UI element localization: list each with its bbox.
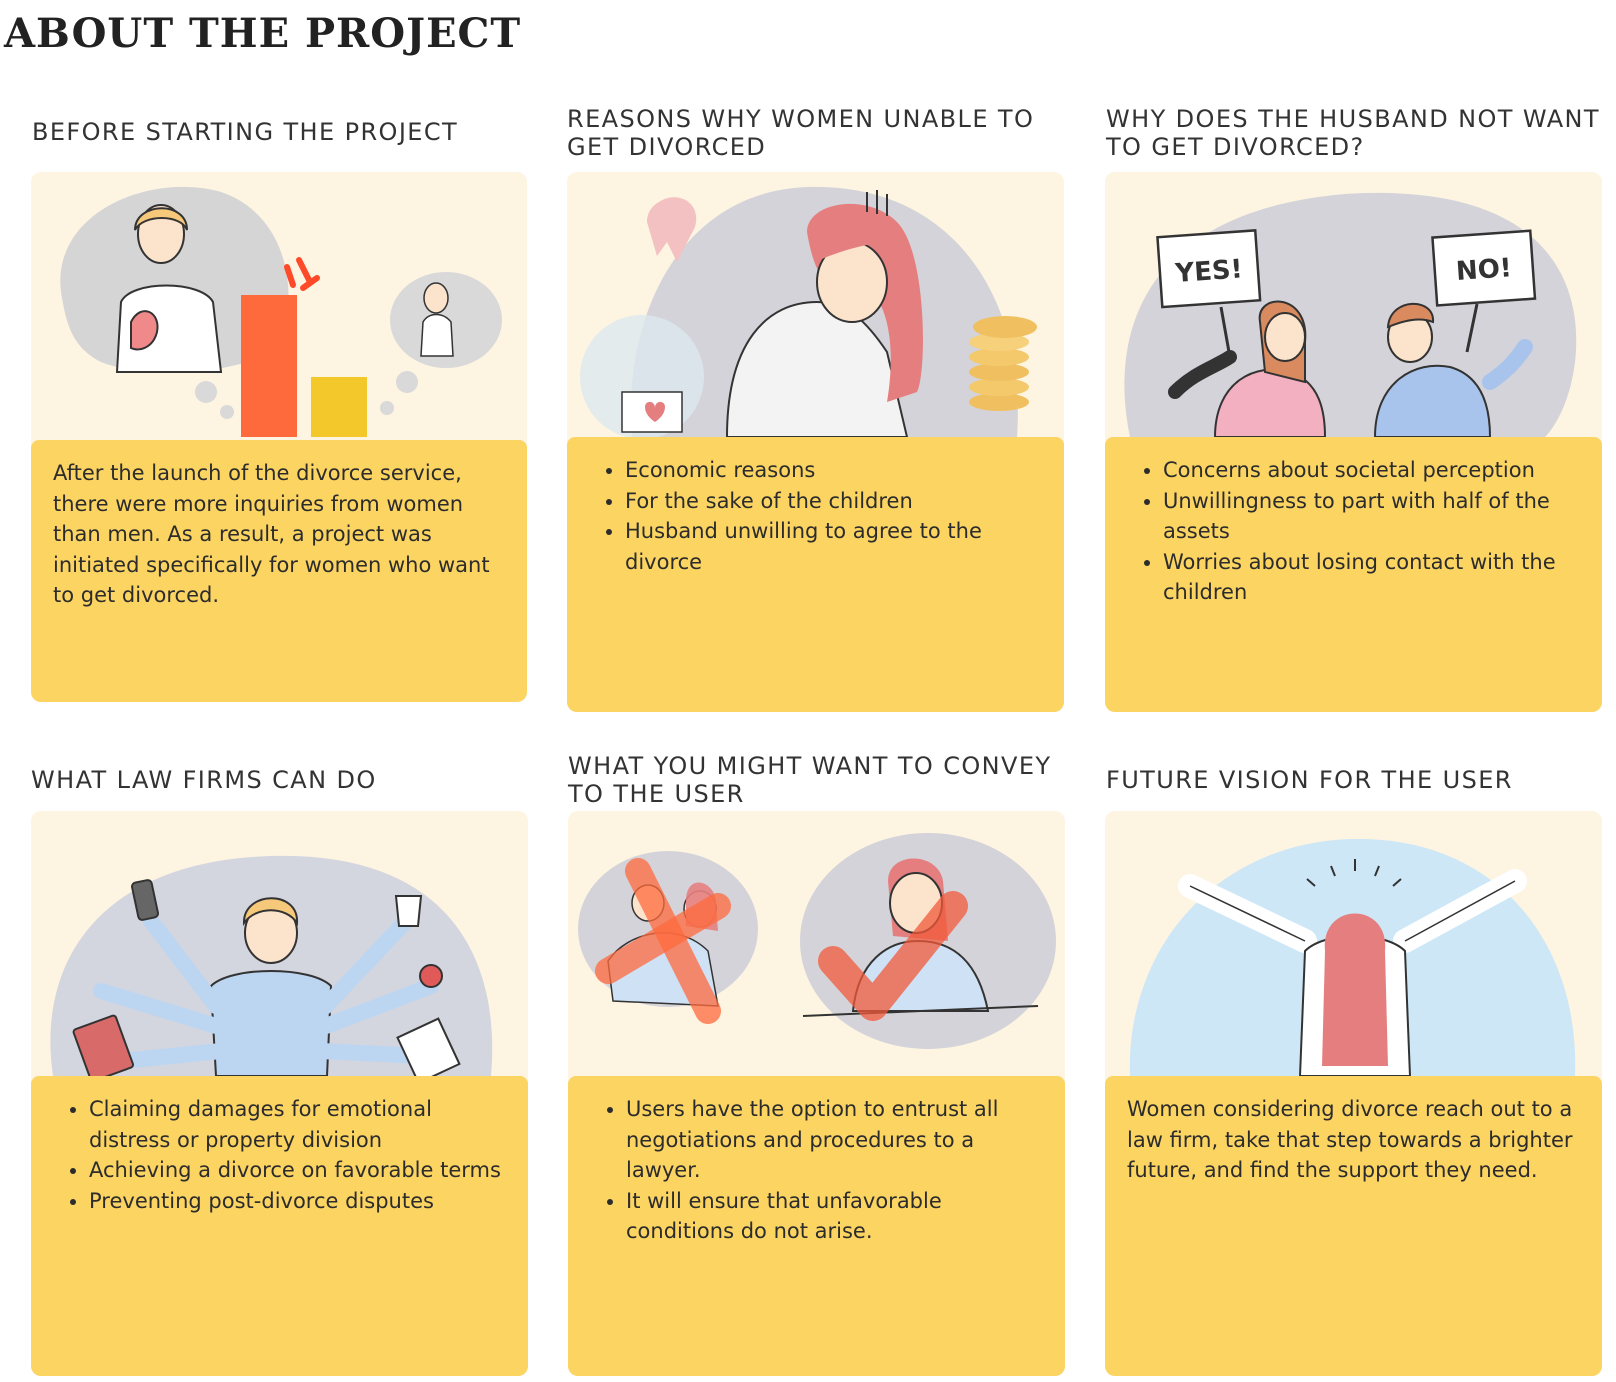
sign-yes-label: YES! bbox=[1173, 254, 1243, 289]
card-title-before-starting: BEFORE STARTING THE PROJECT bbox=[32, 118, 459, 146]
text-panel: Claiming damages for emotional distress … bbox=[31, 1076, 528, 1376]
card-title-convey: WHAT YOU MIGHT WANT TO CONVEY TO THE USE… bbox=[568, 752, 1052, 808]
page-title: ABOUT THE PROJECT bbox=[4, 10, 522, 57]
joyful-woman-illustration bbox=[1129, 838, 1576, 1076]
coins-icon bbox=[969, 316, 1037, 411]
list-item: For the sake of the children bbox=[625, 486, 1042, 517]
sad-woman-illustration bbox=[580, 186, 1037, 437]
text-panel: Economic reasons For the sake of the chi… bbox=[567, 437, 1064, 712]
card-future-vision: Women considering divorce reach out to a… bbox=[1105, 811, 1602, 1376]
list-item: Claiming damages for emotional distress … bbox=[89, 1094, 506, 1155]
list-item: Husband unwilling to agree to the divorc… bbox=[625, 516, 1042, 577]
card-convey: Users have the option to entrust all neg… bbox=[568, 811, 1065, 1376]
card-law-firms: Claiming damages for emotional distress … bbox=[31, 811, 528, 1376]
lawyer-signing-illustration bbox=[578, 833, 1056, 1049]
card-title-future-vision: FUTURE VISION FOR THE USER bbox=[1106, 766, 1513, 794]
coffee-cup-icon bbox=[394, 895, 423, 927]
card-husband: YES! NO! Concerns about societal percept… bbox=[1105, 172, 1602, 712]
law-firm-actions-list: Claiming damages for emotional distress … bbox=[53, 1094, 506, 1216]
worried-woman-illustration bbox=[60, 186, 502, 437]
reasons-list: Economic reasons For the sake of the chi… bbox=[589, 455, 1042, 577]
bar-orange bbox=[241, 295, 297, 437]
husband-reasons-list: Concerns about societal perception Unwil… bbox=[1127, 455, 1580, 608]
list-item: Unwillingness to part with half of the a… bbox=[1163, 486, 1580, 547]
bar-yellow bbox=[311, 377, 367, 437]
list-item: Users have the option to entrust all neg… bbox=[626, 1094, 1043, 1186]
text-panel: Women considering divorce reach out to a… bbox=[1105, 1076, 1602, 1376]
apple-icon bbox=[419, 964, 443, 988]
arguing-couple-illustration: YES! NO! bbox=[1124, 192, 1577, 437]
list-item: Preventing post-divorce disputes bbox=[89, 1186, 506, 1217]
list-item: Concerns about societal perception bbox=[1163, 455, 1580, 486]
card-paragraph: Women considering divorce reach out to a… bbox=[1127, 1097, 1573, 1182]
card-paragraph: After the launch of the divorce service,… bbox=[53, 461, 490, 607]
list-item: Economic reasons bbox=[625, 455, 1042, 486]
list-item: Achieving a divorce on favorable terms bbox=[89, 1155, 506, 1186]
card-title-law-firms: WHAT LAW FIRMS CAN DO bbox=[31, 766, 377, 794]
list-item: Worries about losing contact with the ch… bbox=[1163, 547, 1580, 608]
multitasking-lawyer-illustration bbox=[50, 855, 493, 1076]
card-reasons: Economic reasons For the sake of the chi… bbox=[567, 172, 1064, 712]
text-panel: After the launch of the divorce service,… bbox=[31, 440, 527, 702]
card-before-starting: After the launch of the divorce service,… bbox=[31, 172, 527, 702]
card-title-husband: WHY DOES THE HUSBAND NOT WANT TO GET DIV… bbox=[1106, 105, 1600, 161]
text-panel: Users have the option to entrust all neg… bbox=[568, 1076, 1065, 1376]
sign-no-label: NO! bbox=[1455, 253, 1513, 287]
card-title-reasons: REASONS WHY WOMEN UNABLE TO GET DIVORCED bbox=[567, 105, 1035, 161]
text-panel: Concerns about societal perception Unwil… bbox=[1105, 437, 1602, 712]
convey-list: Users have the option to entrust all neg… bbox=[590, 1094, 1043, 1247]
list-item: It will ensure that unfavorable conditio… bbox=[626, 1186, 1043, 1247]
